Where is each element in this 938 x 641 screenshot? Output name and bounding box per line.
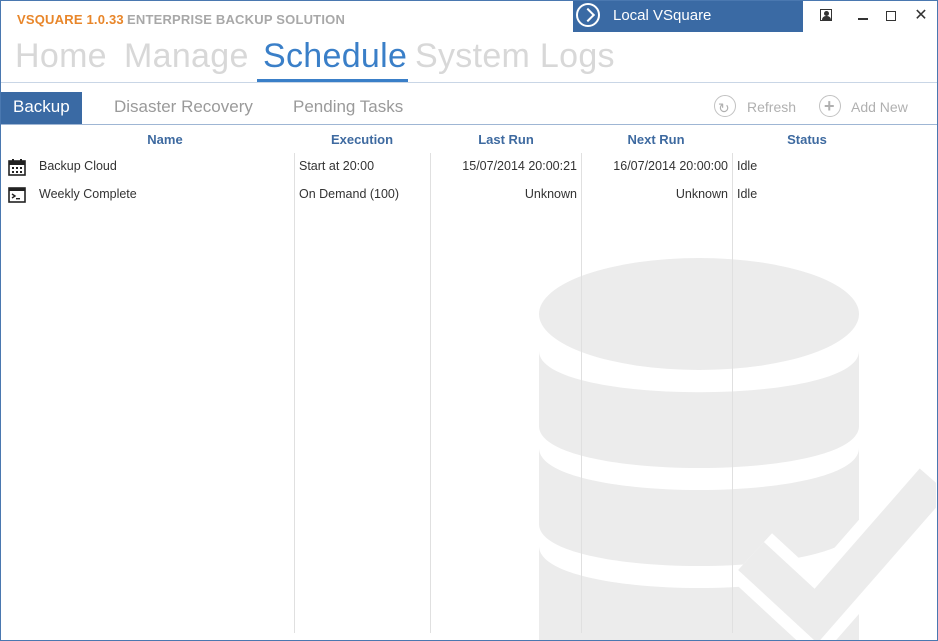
row-status: Idle	[737, 187, 758, 201]
minimize-icon[interactable]	[853, 6, 873, 26]
column-header-status[interactable]: Status	[771, 132, 843, 147]
database-check-icon	[539, 258, 936, 640]
add-new-label: Add New	[851, 99, 908, 115]
nav-divider	[1, 82, 937, 83]
nav-manage[interactable]: Manage	[124, 37, 249, 76]
terminal-icon	[8, 187, 26, 203]
column-divider	[581, 153, 582, 633]
app-window: VSQUARE 1.0.33 ENTERPRISE BACKUP SOLUTIO…	[0, 0, 938, 641]
close-icon[interactable]: ✕	[911, 6, 931, 26]
row-next-run: Unknown	[675, 187, 728, 201]
row-status: Idle	[737, 159, 758, 173]
column-header-name[interactable]: Name	[121, 132, 209, 147]
row-name: Weekly Complete	[39, 187, 137, 201]
maximize-icon[interactable]	[881, 6, 901, 26]
nav-system-logs[interactable]: System Logs	[415, 37, 615, 76]
table-header: Name Execution Last Run Next Run Status	[1, 125, 937, 153]
connect-arrow-icon	[576, 3, 600, 27]
add-icon	[819, 93, 841, 119]
row-last-run: 15/07/2014 20:00:21	[462, 159, 577, 173]
column-divider	[430, 153, 431, 633]
nav-home[interactable]: Home	[15, 37, 107, 76]
table-row[interactable]: Backup Cloud Start at 20:00 15/07/2014 2…	[1, 153, 937, 181]
add-new-button[interactable]: Add New	[819, 93, 914, 120]
app-subtitle: ENTERPRISE BACKUP SOLUTION	[127, 12, 346, 27]
row-execution: On Demand (100)	[299, 187, 400, 201]
column-divider	[732, 153, 733, 633]
refresh-button[interactable]: Refresh	[714, 94, 797, 121]
calendar-icon	[8, 159, 26, 176]
sub-tabs: Backup Disaster Recovery Pending Tasks R…	[1, 92, 937, 124]
refresh-label: Refresh	[747, 99, 797, 115]
nav-schedule[interactable]: Schedule	[263, 37, 407, 76]
column-header-execution[interactable]: Execution	[311, 132, 413, 147]
app-name: VSQUARE 1.0.33	[17, 12, 124, 27]
row-next-run: 16/07/2014 20:00:00	[613, 159, 728, 173]
refresh-icon	[714, 95, 736, 121]
user-account-icon[interactable]	[817, 6, 837, 26]
row-last-run: Unknown	[524, 187, 577, 201]
column-divider	[294, 153, 295, 633]
server-selector[interactable]: Local VSquare	[573, 1, 803, 32]
tab-pending-tasks[interactable]: Pending Tasks	[293, 92, 403, 124]
tab-backup[interactable]: Backup	[1, 92, 82, 124]
row-execution: Start at 20:00	[299, 159, 375, 173]
table-row[interactable]: Weekly Complete On Demand (100) Unknown …	[1, 181, 937, 209]
column-header-last-run[interactable]: Last Run	[461, 132, 551, 147]
server-label: Local VSquare	[613, 7, 712, 24]
title-bar: VSQUARE 1.0.33 ENTERPRISE BACKUP SOLUTIO…	[1, 1, 937, 35]
row-name: Backup Cloud	[39, 159, 117, 173]
tab-disaster-recovery[interactable]: Disaster Recovery	[114, 92, 253, 124]
column-header-next-run[interactable]: Next Run	[611, 132, 701, 147]
